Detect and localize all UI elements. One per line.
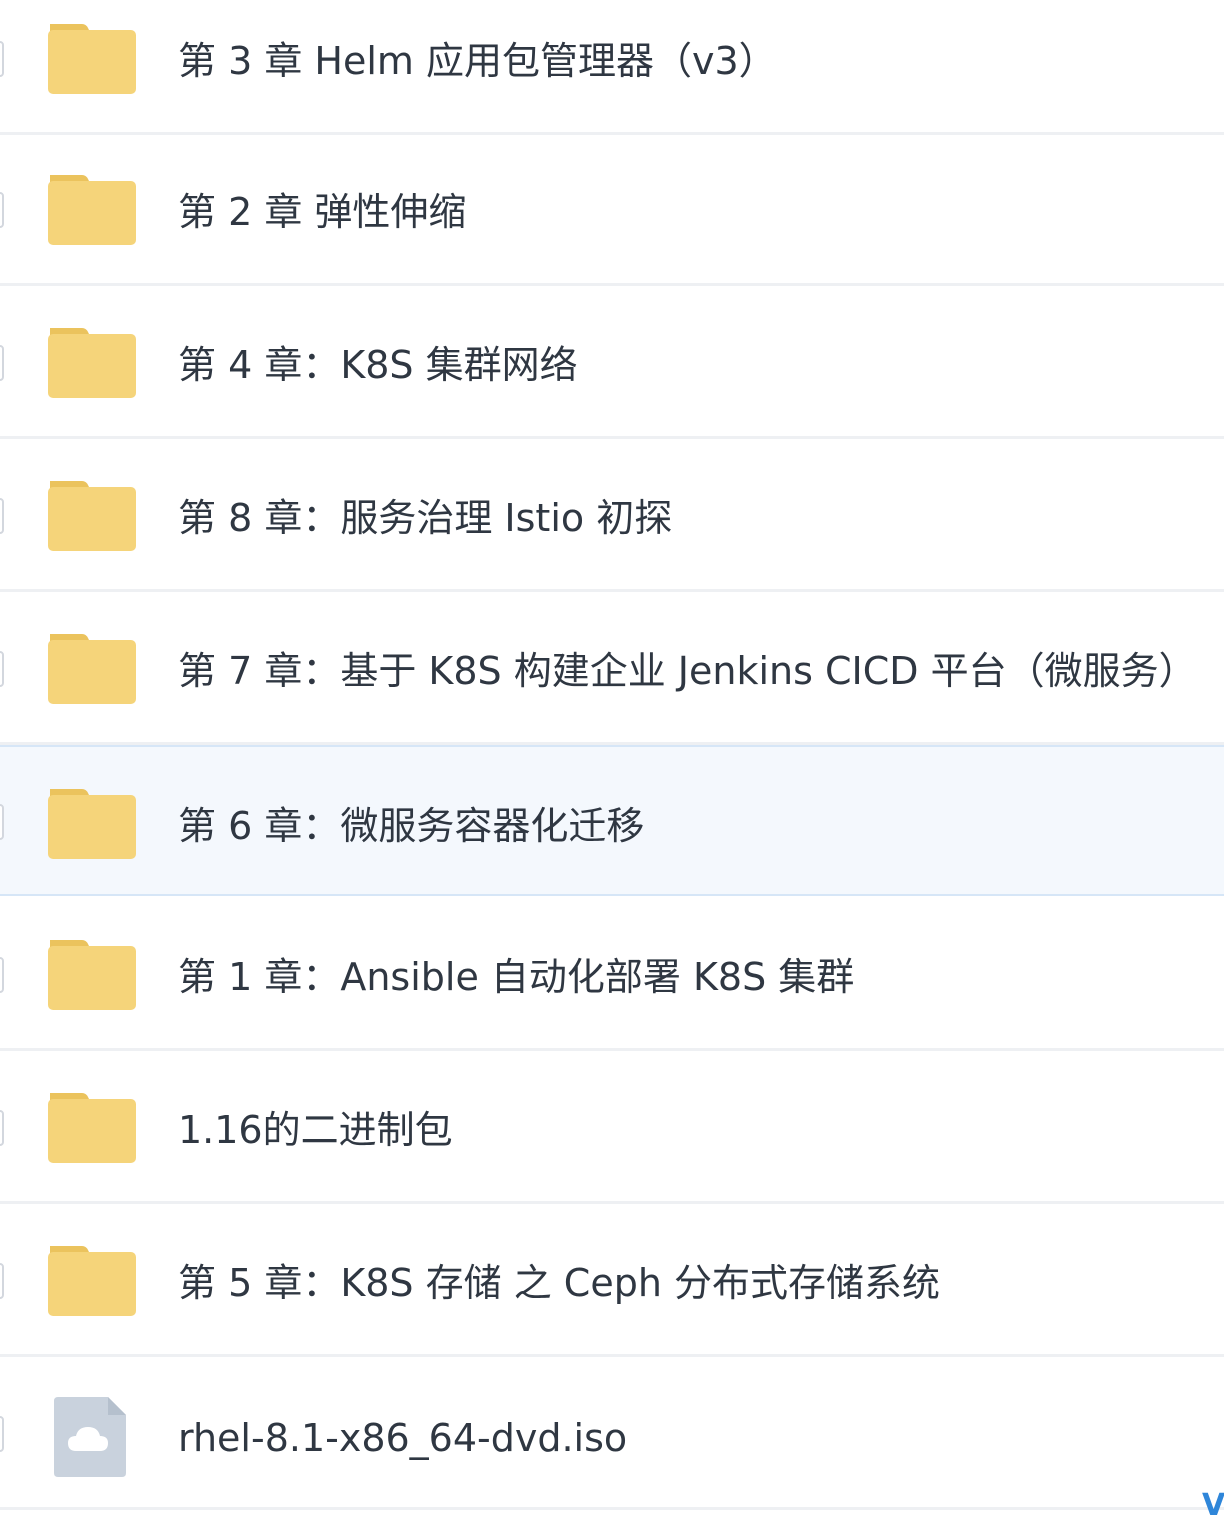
- file-row[interactable]: 第 4 章：K8S 集群网络: [0, 288, 1224, 439]
- file-name[interactable]: 第 8 章：服务治理 Istio 初探: [178, 493, 672, 543]
- row-checkbox[interactable]: [0, 651, 4, 687]
- row-checkbox[interactable]: [0, 1110, 4, 1146]
- folder-icon: [48, 175, 136, 245]
- folder-icon: [48, 940, 136, 1010]
- row-checkbox[interactable]: [0, 498, 4, 534]
- file-name[interactable]: 1.16的二进制包: [178, 1105, 453, 1155]
- row-checkbox[interactable]: [0, 41, 4, 77]
- folder-icon: [48, 481, 136, 551]
- row-checkbox[interactable]: [0, 192, 4, 228]
- row-checkbox[interactable]: [0, 957, 4, 993]
- file-list: 第 3 章 Helm 应用包管理器（v3） 第 2 章 弹性伸缩 第 4 章：K…: [0, 0, 1224, 1538]
- folder-icon: [48, 328, 136, 398]
- file-name[interactable]: 第 5 章：K8S 存储 之 Ceph 分布式存储系统: [178, 1258, 940, 1308]
- cloud-file-icon: [54, 1397, 126, 1477]
- folder-icon: [48, 1246, 136, 1316]
- file-name[interactable]: 第 3 章 Helm 应用包管理器（v3）: [178, 36, 777, 86]
- file-row[interactable]: 第 2 章 弹性伸缩: [0, 135, 1224, 286]
- file-row-selected[interactable]: 第 6 章：微服务容器化迁移: [0, 745, 1224, 896]
- folder-icon: [48, 789, 136, 859]
- file-row[interactable]: 第 3 章 Helm 应用包管理器（v3）: [0, 0, 1224, 135]
- folder-icon: [48, 1093, 136, 1163]
- corner-mark: V: [1202, 1488, 1224, 1523]
- file-row[interactable]: 第 8 章：服务治理 Istio 初探: [0, 441, 1224, 592]
- file-name[interactable]: rhel-8.1-x86_64-dvd.iso: [178, 1413, 627, 1463]
- file-name[interactable]: 第 4 章：K8S 集群网络: [178, 340, 578, 390]
- row-checkbox[interactable]: [0, 1263, 4, 1299]
- row-checkbox[interactable]: [0, 1416, 4, 1452]
- folder-icon: [48, 634, 136, 704]
- file-name[interactable]: 第 7 章：基于 K8S 构建企业 Jenkins CICD 平台（微服务）: [178, 646, 1197, 696]
- file-name[interactable]: 第 6 章：微服务容器化迁移: [178, 801, 644, 851]
- file-row[interactable]: 第 1 章：Ansible 自动化部署 K8S 集群: [0, 900, 1224, 1051]
- file-row[interactable]: 1.16的二进制包: [0, 1053, 1224, 1204]
- file-name[interactable]: 第 2 章 弹性伸缩: [178, 187, 466, 237]
- file-name[interactable]: 第 1 章：Ansible 自动化部署 K8S 集群: [178, 952, 854, 1002]
- row-checkbox[interactable]: [0, 345, 4, 381]
- row-checkbox[interactable]: [0, 804, 4, 840]
- file-row[interactable]: 第 7 章：基于 K8S 构建企业 Jenkins CICD 平台（微服务）: [0, 594, 1224, 745]
- file-row[interactable]: rhel-8.1-x86_64-dvd.iso: [0, 1359, 1224, 1510]
- file-row[interactable]: 第 5 章：K8S 存储 之 Ceph 分布式存储系统: [0, 1206, 1224, 1357]
- folder-icon: [48, 24, 136, 94]
